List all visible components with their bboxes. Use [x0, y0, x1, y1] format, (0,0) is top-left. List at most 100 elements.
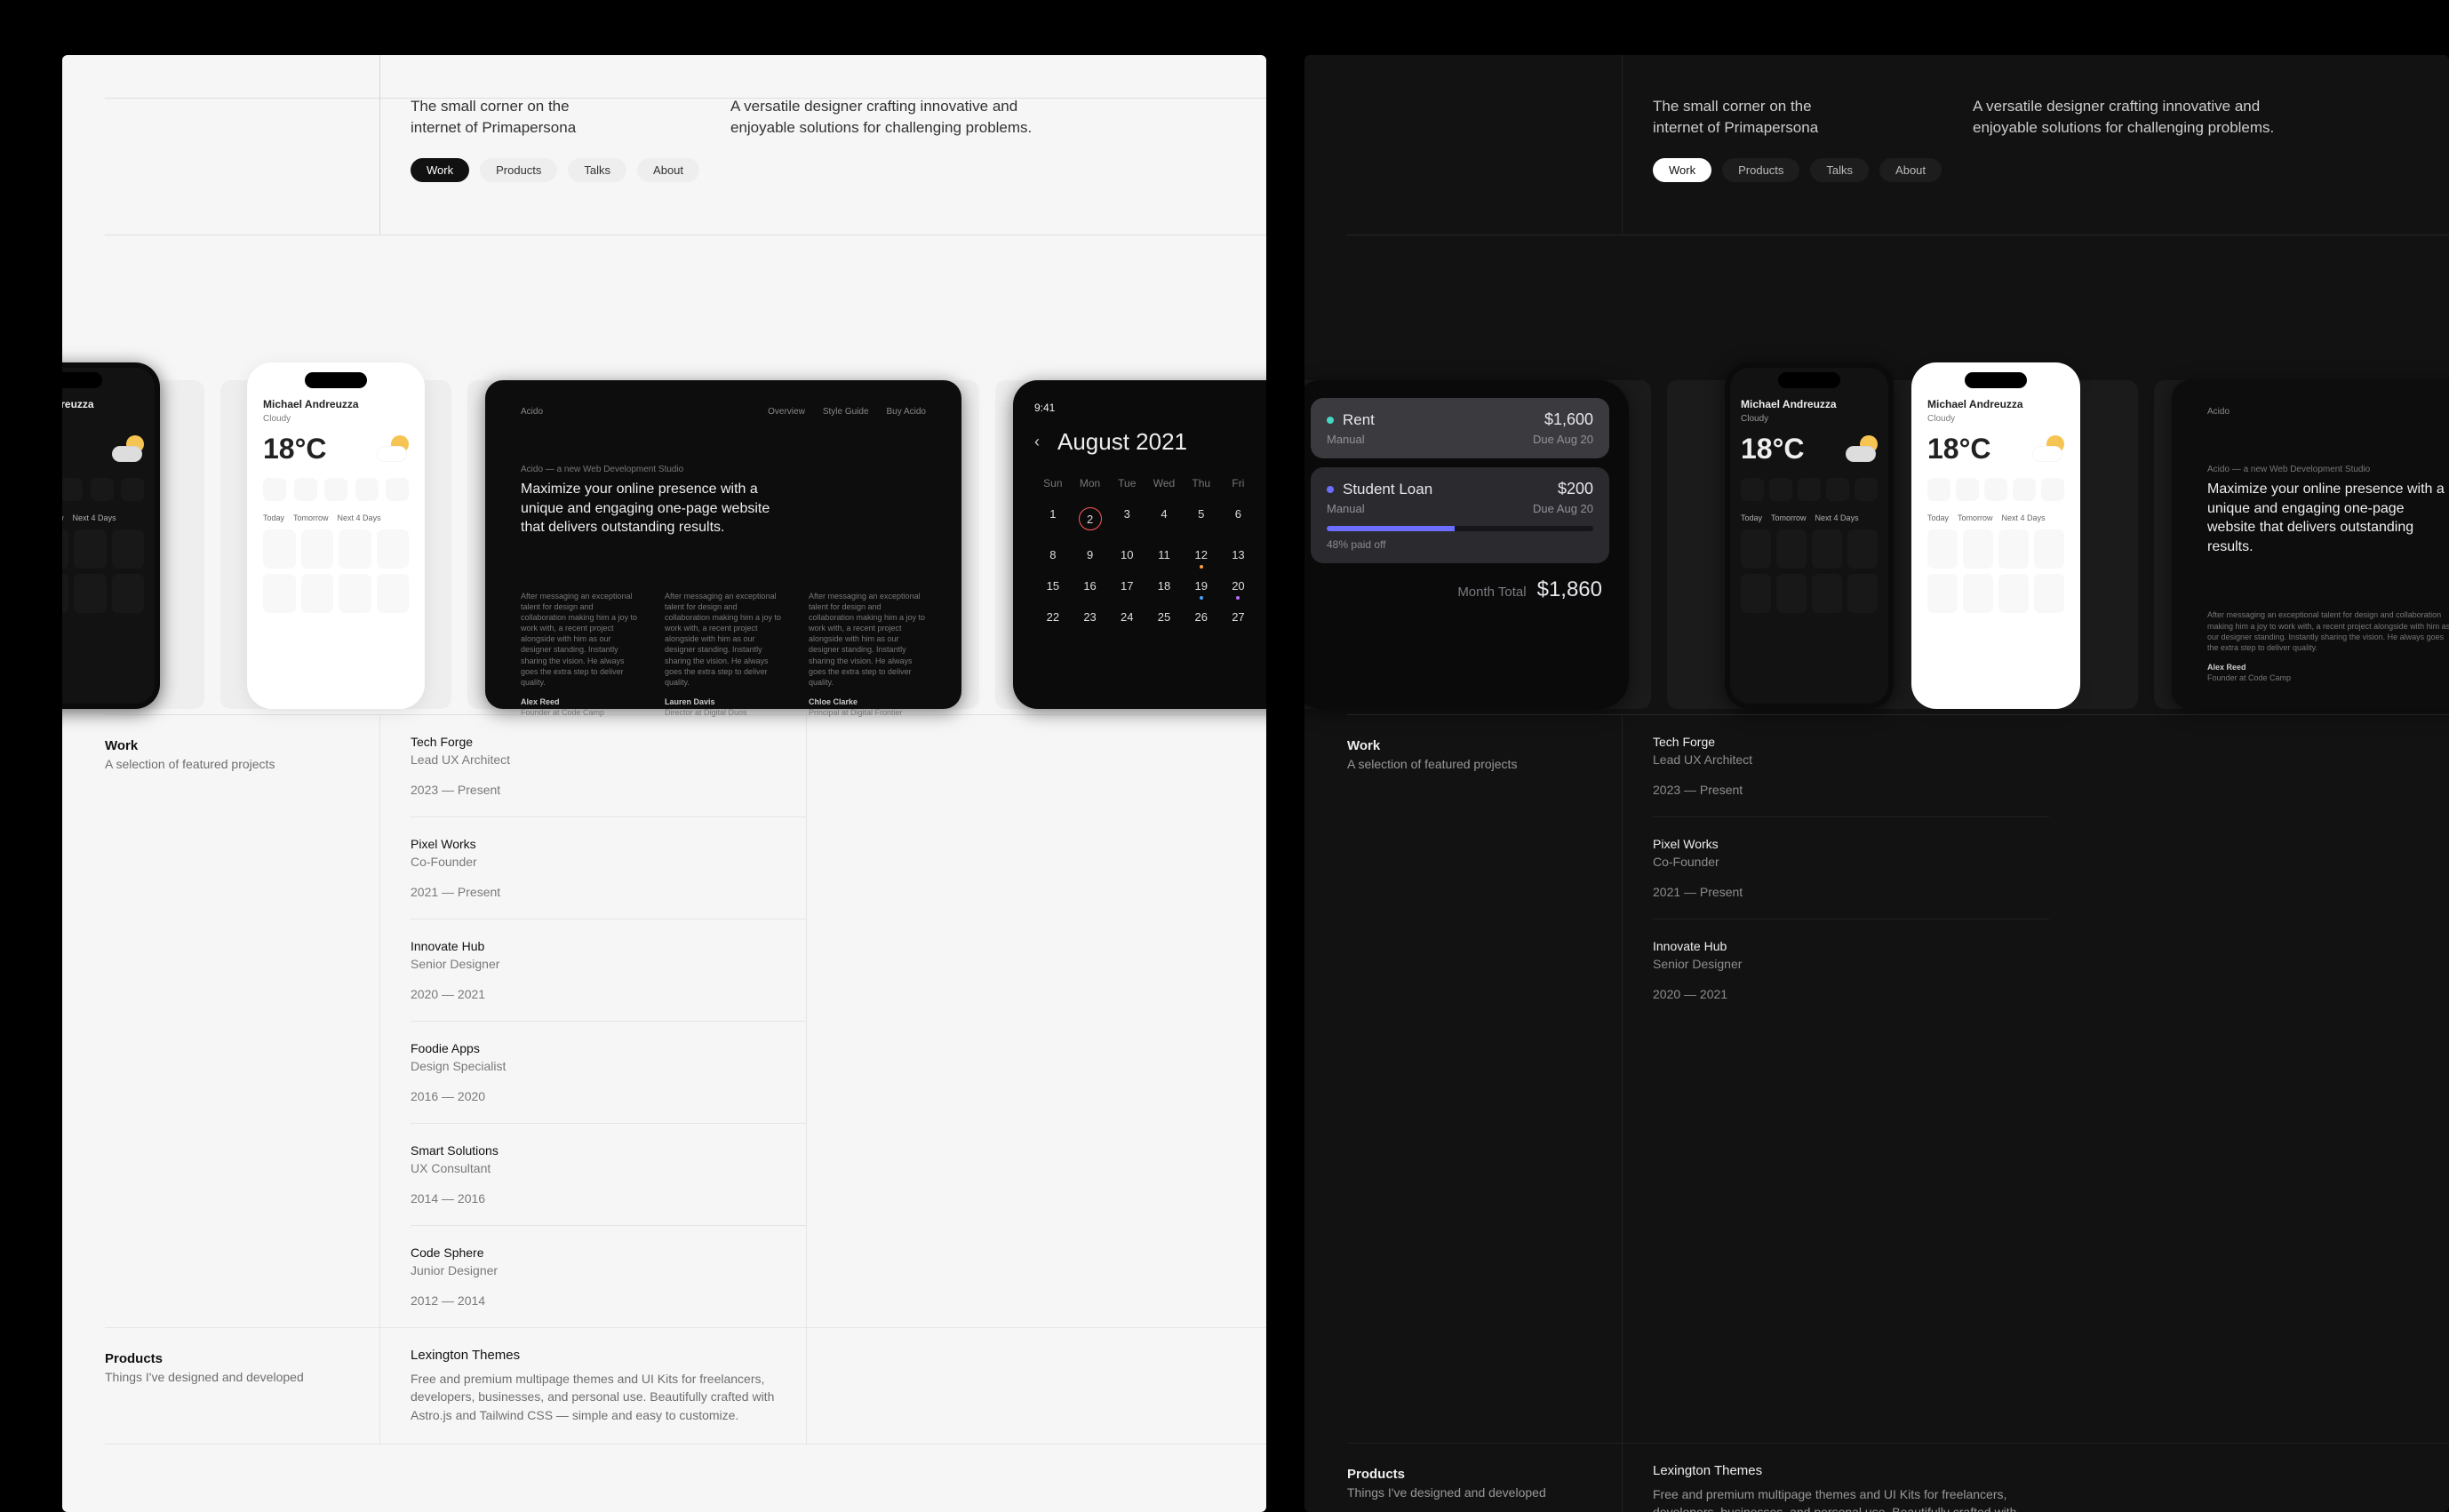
- nav-products[interactable]: Products: [1722, 158, 1799, 182]
- weather-temp: 18°C: [1741, 433, 1805, 466]
- product-title: Lexington Themes: [411, 1348, 806, 1363]
- section-sub-work: A selection of featured projects: [105, 757, 379, 771]
- work-range: 2014 — 2016: [411, 1191, 806, 1206]
- tablet-mock: Acido Acido — a new Web Development Stud…: [2172, 380, 2449, 709]
- section-sub-products: Things I've designed and developed: [105, 1370, 379, 1384]
- calendar-dow: Sun: [1034, 472, 1072, 498]
- weather-tab: Today: [1927, 513, 1949, 522]
- calendar-day: 23: [1072, 601, 1109, 633]
- slab-person: Lauren Davis: [665, 696, 782, 707]
- calendar-dow: Wed: [1145, 472, 1183, 498]
- work-range: 2012 — 2014: [411, 1293, 806, 1308]
- work-company: Tech Forge: [1653, 735, 2049, 749]
- work-role: Design Specialist: [411, 1059, 806, 1073]
- calendar-day: 10: [1108, 539, 1145, 570]
- phone-mock-dark: Michael Andreuzza Cloudy 18°C TodayTomor…: [62, 362, 160, 709]
- phone-mock-light: Michael Andreuzza Cloudy 18°C TodayTomor…: [1911, 362, 2080, 709]
- nav-about[interactable]: About: [1879, 158, 1942, 182]
- work-company: Smart Solutions: [411, 1143, 806, 1158]
- calendar-day: 3: [1108, 498, 1145, 539]
- weather-icon: [2029, 437, 2064, 462]
- slab-blurb: After messaging an exceptional talent fo…: [521, 592, 637, 687]
- calendar-day: 12: [1183, 539, 1220, 570]
- work-company: Innovate Hub: [411, 939, 806, 953]
- work-company: Tech Forge: [411, 735, 806, 749]
- calendar-day: 11: [1145, 539, 1183, 570]
- slab-link: Overview: [768, 407, 805, 417]
- calendar-day: 7: [1256, 498, 1266, 539]
- showcase-tile: Rent$1,600 ManualDue Aug 20 Student Loan…: [1304, 380, 1651, 709]
- slab-blurb: After messaging an exceptional talent fo…: [665, 592, 781, 687]
- work-row[interactable]: Smart Solutions UX Consultant 2014 — 2016: [411, 1124, 806, 1226]
- slab-link: Style Guide: [823, 407, 869, 417]
- work-row[interactable]: Code SphereJunior Designer2012 — 2014: [411, 1226, 806, 1327]
- work-range: 2020 — 2021: [1653, 987, 2049, 1001]
- work-range: 2023 — Present: [1653, 783, 2049, 797]
- work-row[interactable]: Innovate HubSenior Designer2020 — 2021: [1653, 919, 2049, 1021]
- nav-products[interactable]: Products: [480, 158, 557, 182]
- calendar-day: 22: [1034, 601, 1072, 633]
- finance-due: Due Aug 20: [1533, 502, 1593, 515]
- calendar-day: 6: [1220, 498, 1257, 539]
- weather-name: Michael Andreuzza: [1741, 398, 1878, 410]
- work-role: Lead UX Architect: [411, 752, 806, 767]
- site-intro: A versatile designer crafting innovative…: [730, 96, 1033, 235]
- finance-name: Rent: [1343, 411, 1375, 429]
- work-company: Innovate Hub: [1653, 939, 2049, 953]
- weather-tab: Tomorrow: [293, 513, 329, 522]
- calendar-dow: Sat: [1256, 472, 1266, 498]
- finance-method: Manual: [1327, 433, 1365, 446]
- weather-temp: 18°C: [1927, 433, 1991, 466]
- work-range: 2023 — Present: [411, 783, 806, 797]
- slab-headline: Maximize your online presence with a uni…: [2207, 480, 2449, 556]
- section-sub-products: Things I've designed and developed: [1347, 1485, 1622, 1500]
- work-company: Pixel Works: [1653, 837, 2049, 851]
- work-role: Lead UX Architect: [1653, 752, 2049, 767]
- slab-person: Alex Reed: [2207, 662, 2449, 672]
- weather-tab: Tomorrow: [62, 513, 64, 522]
- slab-brand: Acido: [521, 407, 543, 417]
- nav-work[interactable]: Work: [1653, 158, 1711, 182]
- weather-name: Michael Andreuzza: [263, 398, 409, 410]
- slab-person: Chloe Clarke: [809, 696, 926, 707]
- weather-icon: [1842, 437, 1878, 462]
- work-row[interactable]: Pixel WorksCo-Founder2021 — Present: [1653, 817, 2049, 919]
- calendar-day: 19: [1183, 570, 1220, 601]
- weather-tab: Today: [1741, 513, 1762, 522]
- weather-sub: Cloudy: [1927, 414, 2064, 424]
- work-range: 2020 — 2021: [411, 987, 806, 1001]
- nav-talks[interactable]: Talks: [1810, 158, 1869, 182]
- finance-name: Student Loan: [1343, 481, 1432, 498]
- weather-name: Michael Andreuzza: [1927, 398, 2064, 410]
- weather-temp: 18°C: [263, 433, 327, 466]
- showcase-tile: 9:41●●● ▮ ‹August 2021 SunMonTueWedThuFr…: [995, 380, 1266, 709]
- finance-mock: Rent$1,600 ManualDue Aug 20 Student Loan…: [1304, 380, 1629, 709]
- calendar-day: 16: [1072, 570, 1109, 601]
- weather-sub: Cloudy: [263, 414, 409, 424]
- nav-about[interactable]: About: [637, 158, 699, 182]
- month-total-value: $1,860: [1537, 577, 1602, 602]
- slab-link: Buy Acido: [887, 407, 926, 417]
- calendar-day: 21: [1256, 570, 1266, 601]
- weather-tab: Next 4 Days: [2002, 513, 2046, 522]
- nav-talks[interactable]: Talks: [568, 158, 626, 182]
- work-row[interactable]: Foodie AppsDesign Specialist2016 — 2020: [411, 1022, 806, 1124]
- main-nav: Work Products Talks About: [411, 158, 606, 182]
- site-tagline: The small corner on the internet of Prim…: [1653, 96, 1848, 139]
- back-icon: ‹: [1034, 433, 1040, 451]
- calendar-day: 4: [1145, 498, 1183, 539]
- showcase-tile: Acido Acido — a new Web Development Stud…: [2154, 380, 2449, 709]
- main-nav: Work Products Talks About: [1653, 158, 1848, 182]
- slab-blurb: After messaging an exceptional talent fo…: [2207, 610, 2449, 651]
- work-row[interactable]: Tech Forge Lead UX Architect 2023 — Presen…: [1653, 715, 2049, 817]
- weather-tab: Next 4 Days: [338, 513, 381, 522]
- work-row[interactable]: Innovate HubSenior Designer2020 — 2021: [411, 919, 806, 1022]
- work-role: Junior Designer: [411, 1263, 806, 1277]
- slab-person: Alex Reed: [521, 696, 638, 707]
- work-role: UX Consultant: [411, 1161, 806, 1175]
- finance-amount: $200: [1558, 480, 1593, 498]
- nav-work[interactable]: Work: [411, 158, 469, 182]
- work-row[interactable]: Tech Forge Lead UX Architect 2023 — Presen…: [411, 715, 806, 817]
- work-row[interactable]: Pixel WorksCo-Founder2021 — Present: [411, 817, 806, 919]
- product-title: Lexington Themes: [1653, 1463, 2049, 1478]
